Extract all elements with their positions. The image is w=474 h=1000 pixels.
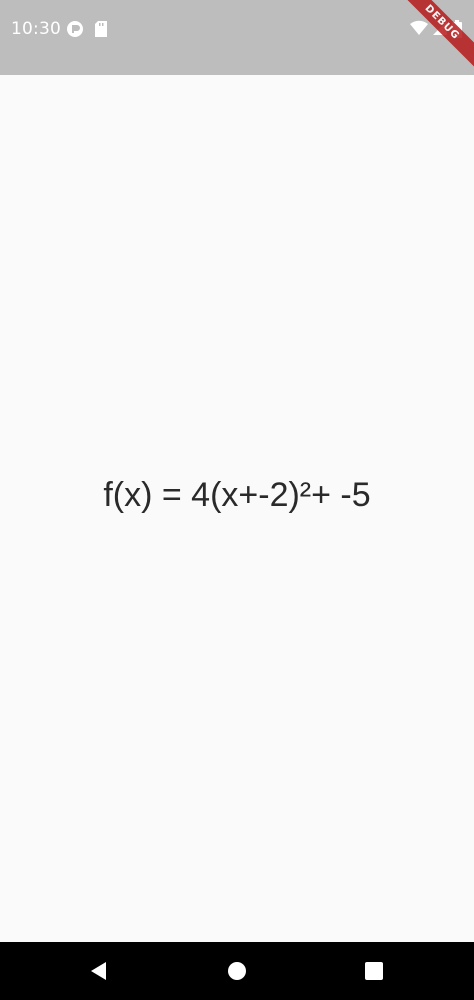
status-bar: 10:30 (0, 0, 474, 75)
status-time: 10:30 (11, 19, 61, 39)
main-content: f(x) = 4(x+-2)²+ -5 (0, 75, 474, 942)
formula-text: f(x) = 4(x+-2)²+ -5 (103, 476, 371, 514)
wifi-icon (410, 20, 428, 40)
navigation-bar (0, 942, 474, 1000)
back-icon[interactable] (87, 959, 111, 983)
battery-icon (452, 20, 462, 42)
app-screen: 10:30 DEBUG f(x) = 4(x+-2)²+ -5 (0, 0, 474, 1000)
media-icon (66, 20, 84, 42)
signal-icon (432, 20, 448, 40)
sd-card-icon (94, 20, 108, 42)
home-icon[interactable] (225, 959, 249, 983)
recents-icon[interactable] (362, 959, 386, 983)
